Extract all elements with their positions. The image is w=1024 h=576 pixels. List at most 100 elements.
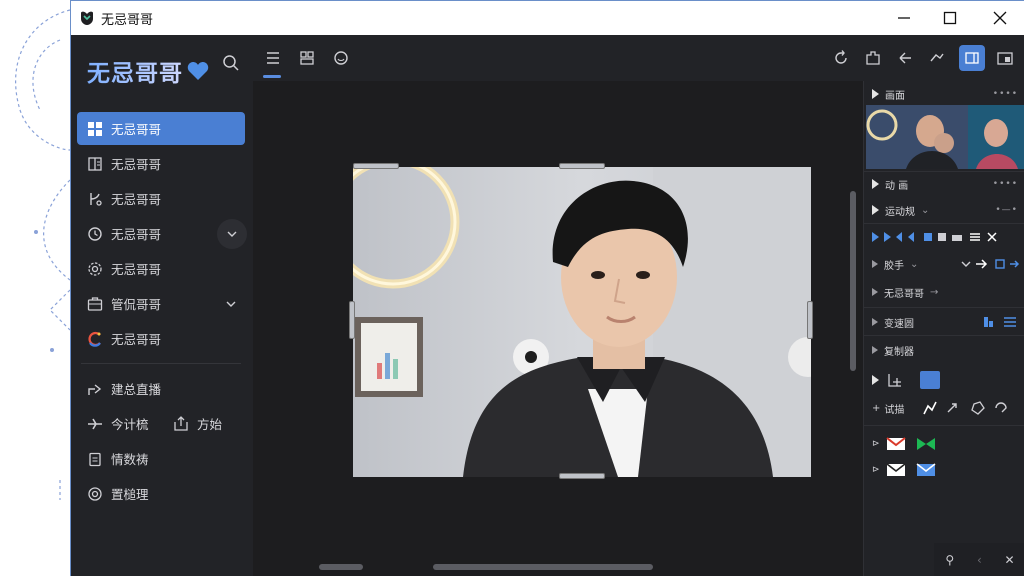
minimize-icon: [898, 17, 910, 19]
crop-handle-top-left[interactable]: [353, 163, 399, 169]
sidebar-item-share[interactable]: 建总直播: [77, 372, 245, 405]
sticker-icon[interactable]: [331, 48, 351, 68]
section-label: 画面: [885, 90, 905, 102]
sidebar-item-1[interactable]: 无忌哥哥: [77, 112, 245, 145]
sidebar-item-label: 今计梳: [111, 417, 149, 432]
more-icon[interactable]: ••••: [993, 179, 1018, 189]
window-icon[interactable]: [995, 48, 1015, 68]
add-tools-icons[interactable]: [922, 400, 1022, 416]
mail-row[interactable]: ⊳: [864, 457, 1024, 483]
maximize-button[interactable]: [925, 1, 975, 35]
section-header[interactable]: 运动规 ⌄ •—•: [864, 197, 1024, 223]
sidebar-item-export[interactable]: 方始: [163, 407, 243, 440]
gear-icon: [87, 261, 103, 277]
book-icon: [87, 156, 103, 172]
layers-icon[interactable]: [297, 48, 317, 68]
speed-row[interactable]: 胶手 ⌄: [864, 251, 1024, 277]
gmail-row[interactable]: ⊳: [864, 431, 1024, 457]
animation-tools: [872, 231, 1022, 243]
sidebar-item-4[interactable]: 无忌哥哥: [77, 217, 247, 250]
more-icon[interactable]: •—•: [995, 205, 1018, 215]
bowtie-icon[interactable]: [916, 436, 936, 452]
desktop-background-decoration: [15, 9, 71, 500]
window-title: 无忌哥哥: [101, 12, 154, 28]
sidebar-item-label: 无忌哥哥: [111, 157, 162, 172]
more-icon[interactable]: ••••: [993, 89, 1018, 99]
crop-handle-right[interactable]: [807, 301, 813, 339]
divider: [864, 425, 1024, 426]
section-header[interactable]: 复制器: [864, 337, 1024, 363]
redo-icon[interactable]: [927, 48, 947, 68]
preview-canvas: [253, 81, 863, 576]
sidebar-item-label: 无忌哥哥: [111, 227, 162, 242]
settings-icon: [87, 486, 103, 502]
sidebar-item-5[interactable]: 无忌哥哥: [77, 252, 245, 285]
main-toolbar: [253, 35, 863, 81]
copy-active-tile[interactable]: [920, 371, 940, 389]
sidebar-divider: [81, 363, 241, 364]
maximize-icon: [943, 11, 957, 25]
dropdown-arrow-icon[interactable]: ⌄: [910, 259, 918, 270]
sidebar-item-label: 建总直播: [111, 382, 162, 397]
row-label: 试描: [884, 404, 905, 416]
copy-row[interactable]: [864, 367, 1024, 393]
sidebar-item-label: 置槌理: [111, 487, 149, 502]
row-label: 无忌哥哥: [884, 288, 924, 300]
collapse-arrow-icon: [872, 260, 878, 268]
animation-tool-icons[interactable]: [872, 231, 1022, 243]
list-icon[interactable]: [263, 48, 283, 68]
briefcase-icon: [87, 296, 103, 312]
minimize-button[interactable]: [879, 1, 929, 35]
undo-icon[interactable]: [895, 48, 915, 68]
section-label: 变速圆: [884, 318, 914, 330]
share-icon: [87, 381, 103, 397]
mail-icon[interactable]: [885, 436, 906, 452]
dropdown-arrow-icon[interactable]: ⌄: [921, 205, 929, 216]
section-header[interactable]: 动 画 ••••: [864, 171, 1024, 197]
thumbnail-strip: [866, 105, 1024, 169]
back-icon[interactable]: ‹: [977, 553, 982, 567]
rotate-icon[interactable]: [831, 48, 851, 68]
preview-image: [353, 167, 811, 477]
grid-icon: [87, 121, 103, 137]
envelope-icon[interactable]: [886, 462, 906, 478]
copy-icon[interactable]: [885, 372, 905, 388]
panel-toggle-icon[interactable]: [959, 45, 985, 71]
collapse-arrow-icon: [872, 288, 878, 296]
branch-icon: [87, 191, 103, 207]
sidebar-item-label: 无忌哥哥: [111, 332, 162, 347]
vertical-scrollbar[interactable]: [847, 81, 859, 561]
arrow-right-icon[interactable]: →: [930, 287, 938, 298]
envelope-blue-icon[interactable]: [916, 462, 936, 478]
speed-controls-icon[interactable]: [960, 258, 1020, 270]
collapse-arrow-icon: [872, 346, 878, 354]
crop-handle-top[interactable]: [559, 163, 605, 169]
horizontal-scrollbar[interactable]: [253, 561, 863, 573]
sidebar-item-label: 无忌哥哥: [111, 262, 162, 277]
sidebar-item-2[interactable]: 无忌哥哥: [77, 147, 245, 180]
crop-handle-left[interactable]: [349, 301, 355, 339]
row-label: 胶手: [884, 260, 904, 272]
sidebar-item-7[interactable]: 无忌哥哥: [77, 322, 245, 355]
puzzle-icon[interactable]: [863, 48, 883, 68]
close-button[interactable]: [975, 1, 1024, 35]
sidebar-item-plane[interactable]: 今计梳: [77, 407, 163, 440]
layout-icons[interactable]: [984, 316, 1018, 328]
sidebar-item-clipboard[interactable]: 情数祷: [77, 442, 245, 475]
section-header[interactable]: 变速圆: [864, 309, 1024, 335]
crop-handle-bottom[interactable]: [559, 473, 605, 479]
sidebar-item-label: 方始: [197, 417, 223, 432]
sidebar-item-3[interactable]: 无忌哥哥: [77, 182, 245, 215]
expand-button[interactable]: [217, 218, 247, 249]
search-icon[interactable]: [221, 53, 241, 73]
add-row[interactable]: + 试描: [864, 395, 1024, 421]
section-header[interactable]: 画面 ••••: [864, 81, 1024, 107]
collapse-arrow-icon: [872, 89, 879, 99]
sidebar-item-6[interactable]: 管侃哥哥: [77, 287, 245, 320]
effect-row[interactable]: 无忌哥哥 →: [864, 279, 1024, 305]
close-panel-icon[interactable]: ✕: [1005, 553, 1015, 567]
sidebar-item-settings[interactable]: 置槌理: [77, 477, 245, 510]
pin-icon[interactable]: ⚲: [945, 553, 954, 567]
chevron-down-icon[interactable]: [225, 298, 237, 310]
title-bar: 无忌哥哥: [71, 1, 1024, 35]
